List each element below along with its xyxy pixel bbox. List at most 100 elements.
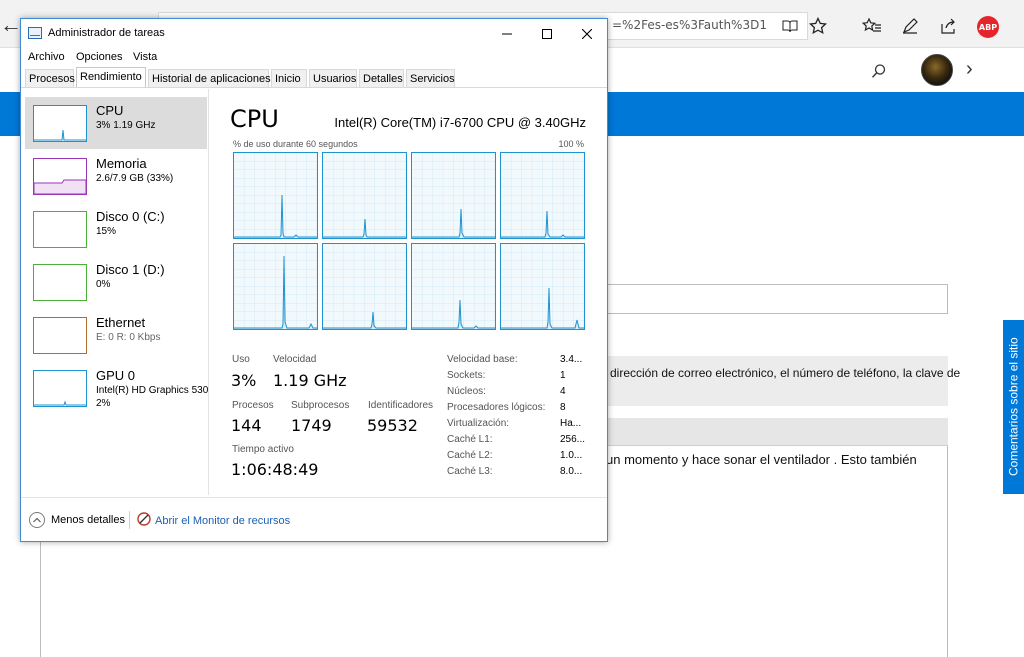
share-icon[interactable] [938, 16, 958, 36]
procesos-label: Procesos [232, 400, 274, 411]
sidebar-item-detail-2: 2% [96, 398, 111, 409]
window-title: Administrador de tareas [48, 27, 165, 39]
chevron-right-icon[interactable]: › [966, 58, 973, 81]
fewer-details-button[interactable]: Menos detalles [29, 512, 125, 528]
menu-bar: Archivo Opciones Vista [21, 48, 607, 68]
sidebar-item-gpu-0[interactable]: GPU 0 Intel(R) HD Graphics 530 2% [25, 362, 208, 414]
graph-max-label: 100 % [558, 139, 584, 149]
spec-value: 3.4... [560, 354, 583, 365]
tab-rendimiento[interactable]: Rendimiento [76, 67, 146, 88]
spec-value: 8.0... [560, 466, 583, 477]
sidebar-divider [208, 89, 209, 495]
sidebar-item-ethernet[interactable]: Ethernet E: 0 R: 0 Kbps [25, 309, 207, 361]
title-bar[interactable]: Administrador de tareas [21, 19, 607, 48]
uso-value: 3% [231, 371, 257, 390]
avatar[interactable] [921, 54, 953, 86]
spec-label: Virtualización: [447, 418, 510, 429]
procesos-value: 144 [231, 416, 262, 435]
sidebar-item-memoria[interactable]: Memoria 2.6/7.9 GB (33%) [25, 150, 207, 202]
spec-value: 1 [560, 370, 566, 381]
spec-value: 1.0... [560, 450, 583, 461]
maximize-button[interactable] [527, 19, 567, 48]
graph-caption: % de uso durante 60 segundos [233, 139, 358, 149]
memory-thumbnail-graph [33, 158, 87, 195]
core-graph [500, 243, 585, 330]
minimize-button[interactable] [487, 19, 527, 48]
resource-monitor-link[interactable]: Abrir el Monitor de recursos [137, 512, 290, 529]
identificadores-label: Identificadores [368, 400, 434, 411]
core-graph [411, 152, 496, 239]
spec-label: Caché L2: [447, 450, 493, 461]
sidebar-item-disco-0[interactable]: Disco 0 (C:) 15% [25, 203, 207, 255]
adblock-plus-icon[interactable]: ABP [977, 16, 999, 38]
core-graph [322, 243, 407, 330]
favorites-hub-icon[interactable] [862, 16, 882, 36]
subprocesos-value: 1749 [291, 416, 332, 435]
uso-label: Uso [232, 354, 250, 365]
tab-procesos[interactable]: Procesos [25, 69, 75, 88]
site-feedback-button[interactable]: Comentarios sobre el sitio [1003, 320, 1024, 494]
task-manager-icon [28, 27, 42, 39]
sidebar-item-label: Disco 0 (C:) [96, 209, 165, 224]
tiempo-activo-value: 1:06:48:49 [231, 460, 319, 479]
core-graph [322, 152, 407, 239]
menu-vista[interactable]: Vista [133, 51, 157, 63]
back-arrow-icon[interactable]: ← [0, 12, 22, 38]
disk-thumbnail-graph [33, 264, 87, 301]
sidebar-item-detail: 0% [96, 279, 111, 290]
sidebar-item-label: Ethernet [96, 315, 146, 330]
spec-value: Ha... [560, 418, 582, 429]
chevron-up-icon [29, 512, 45, 528]
velocidad-label: Velocidad [273, 354, 317, 365]
post-text: un momento y hace sonar el ventilador . … [606, 452, 917, 467]
sidebar-item-detail: E: 0 R: 0 Kbps [96, 332, 161, 343]
core-graph [233, 152, 318, 239]
favorite-star-icon[interactable] [808, 16, 828, 36]
menu-opciones[interactable]: Opciones [76, 51, 122, 63]
spec-label: Caché L3: [447, 466, 493, 477]
fewer-details-label: Menos detalles [51, 514, 125, 526]
tab-detalles[interactable]: Detalles [359, 69, 404, 88]
footer-separator [129, 511, 130, 529]
footer-divider [21, 497, 607, 498]
spec-label: Velocidad base: [447, 354, 518, 365]
search-icon[interactable] [871, 63, 887, 84]
tab-servicios[interactable]: Servicios [406, 69, 455, 88]
address-text: =%2Fes-es%3Fauth%3D1 [612, 18, 767, 32]
close-button[interactable] [567, 19, 607, 48]
sidebar-item-disco-1[interactable]: Disco 1 (D:) 0% [25, 256, 207, 308]
resource-list: CPU 3% 1.19 GHz Memoria 2.6/7.9 GB (33%)… [25, 97, 208, 497]
tab-divider [21, 87, 607, 88]
page-title: CPU [230, 105, 279, 133]
spec-label: Procesadores lógicos: [447, 402, 546, 413]
sidebar-item-detail: 2.6/7.9 GB (33%) [96, 173, 174, 184]
sidebar-item-label: Memoria [96, 156, 147, 171]
post-panel-header [594, 418, 948, 446]
task-manager-window: Administrador de tareas Archivo Opciones… [20, 18, 608, 542]
spec-label: Caché L1: [447, 434, 493, 445]
spec-label: Sockets: [447, 370, 486, 381]
core-graph [500, 152, 585, 239]
sidebar-item-cpu[interactable]: CPU 3% 1.19 GHz [25, 97, 207, 149]
sidebar-item-label: GPU 0 [96, 368, 136, 383]
gpu-thumbnail-graph [33, 370, 87, 407]
menu-archivo[interactable]: Archivo [28, 51, 65, 63]
disk-thumbnail-graph [33, 211, 87, 248]
reading-view-icon[interactable] [780, 16, 800, 36]
tab-inicio[interactable]: Inicio [271, 69, 307, 88]
core-graph [411, 243, 496, 330]
tiempo-activo-label: Tiempo activo [232, 444, 294, 455]
tab-usuarios[interactable]: Usuarios [309, 69, 357, 88]
site-search-input[interactable] [594, 284, 948, 314]
spec-value: 8 [560, 402, 566, 413]
core-graph [233, 243, 318, 330]
cpu-thumbnail-graph [33, 105, 87, 142]
tab-historial[interactable]: Historial de aplicaciones [148, 69, 271, 88]
spec-value: 256... [560, 434, 586, 445]
resource-monitor-icon [137, 512, 151, 529]
web-note-icon[interactable] [900, 16, 920, 36]
contact-info-box [594, 356, 948, 406]
cpu-core-graphs [233, 152, 585, 332]
sidebar-item-detail: 15% [96, 226, 117, 237]
spec-value: 4 [560, 386, 566, 397]
